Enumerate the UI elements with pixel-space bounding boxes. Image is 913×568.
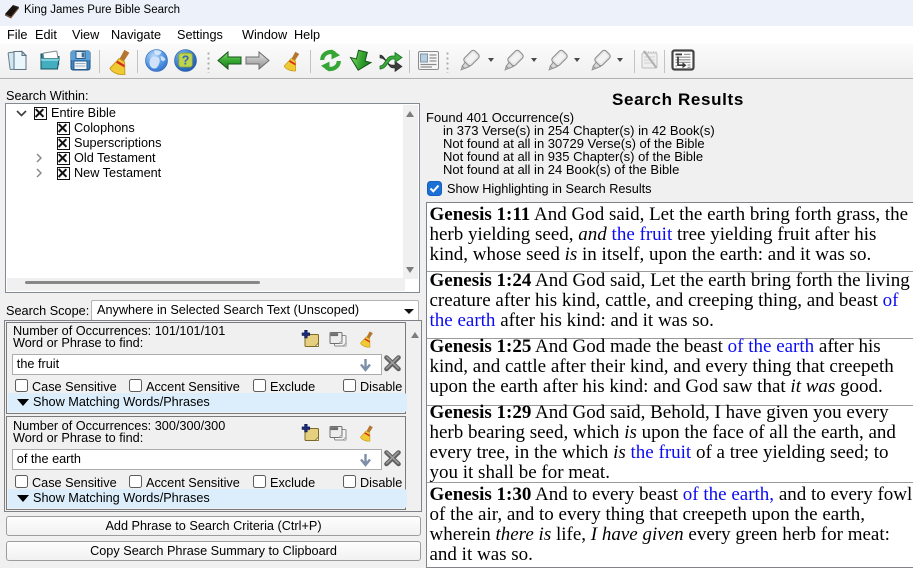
svg-text:?: ?: [182, 54, 190, 68]
